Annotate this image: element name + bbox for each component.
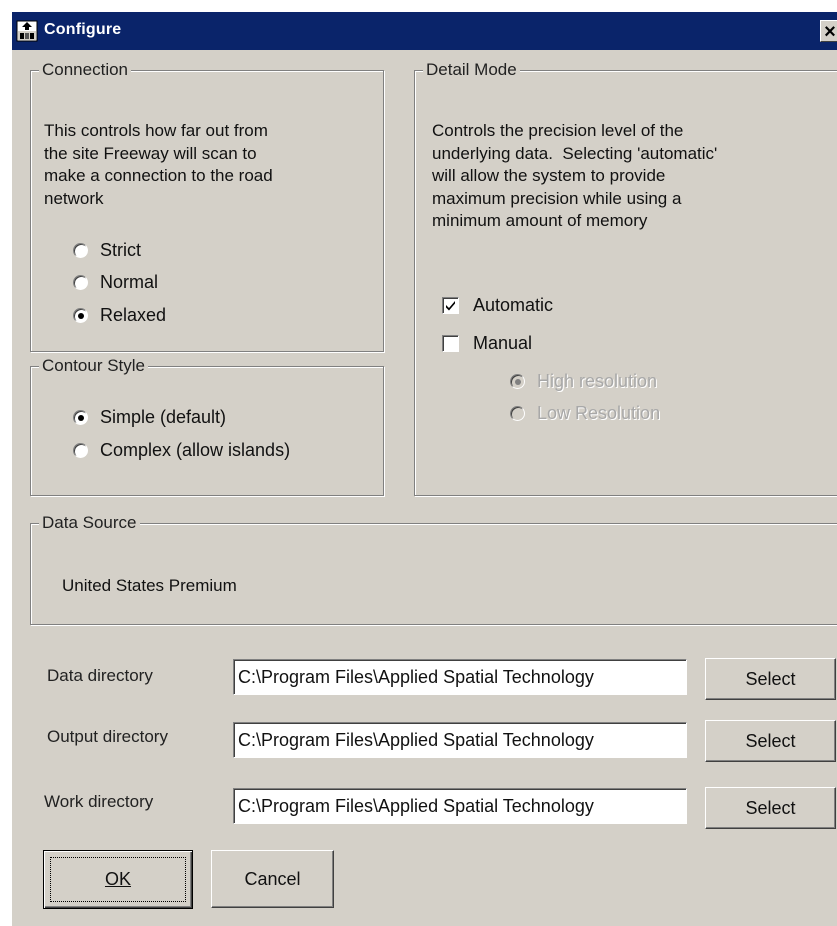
radio-label: Complex (allow islands) xyxy=(100,439,291,460)
connection-group: Connection This controls how far out fro… xyxy=(30,60,384,352)
radio-label: Relaxed xyxy=(100,304,167,325)
connection-legend: Connection xyxy=(39,60,132,80)
detail-mode-legend: Detail Mode xyxy=(423,60,520,80)
output-directory-label: Output directory xyxy=(47,727,168,746)
data-source-legend: Data Source xyxy=(39,513,140,533)
close-button[interactable]: × xyxy=(820,20,837,43)
radio-label: High resolution xyxy=(537,370,658,391)
detail-mode-group: Detail Mode Controls the precision level… xyxy=(414,60,837,496)
low-resolution-radio: Low Resolution xyxy=(510,401,660,425)
window-title: Configure xyxy=(44,21,122,38)
configure-app-icon xyxy=(16,20,38,42)
manual-checkbox[interactable] xyxy=(442,334,459,352)
contour-style-group: Contour Style Simple (default) Complex (… xyxy=(30,356,384,496)
connection-radio-normal[interactable]: Normal xyxy=(73,270,158,294)
detail-mode-description: Controls the precision level of the unde… xyxy=(432,120,717,233)
automatic-label: Automatic xyxy=(473,294,554,315)
detail-description-line: will allow the system to provide xyxy=(432,166,666,185)
radio-button[interactable] xyxy=(73,307,88,323)
data-directory-select-button[interactable]: Select xyxy=(705,658,836,700)
work-directory-select-button[interactable]: Select xyxy=(705,787,836,829)
output-directory-field[interactable]: C:\Program Files\Applied Spatial Technol… xyxy=(233,722,687,758)
select-button-label: Select xyxy=(745,730,796,751)
work-directory-field[interactable]: C:\Program Files\Applied Spatial Technol… xyxy=(233,788,687,824)
data-directory-label: Data directory xyxy=(47,666,153,685)
select-button-label: Select xyxy=(745,668,796,689)
detail-description-line: minimum amount of memory xyxy=(432,211,648,230)
checkmark-icon xyxy=(446,300,455,310)
configure-dialog: Configure × Connection This controls how… xyxy=(11,11,837,926)
radio-label: Low Resolution xyxy=(537,402,661,423)
connection-description: This controls how far out from the site … xyxy=(44,120,273,210)
detail-description-line: underlying data. Selecting 'automatic' xyxy=(432,143,718,163)
output-directory-select-button[interactable]: Select xyxy=(705,720,836,762)
data-source-value: United States Premium xyxy=(62,576,237,595)
title-bar[interactable]: Configure × xyxy=(12,12,837,50)
radio-button xyxy=(510,405,525,421)
manual-label: Manual xyxy=(473,332,533,353)
connection-radio-relaxed[interactable]: Relaxed xyxy=(73,303,166,327)
detail-description-line: maximum precision while using a xyxy=(432,188,682,208)
contour-radio-simple[interactable]: Simple (default) xyxy=(73,405,226,429)
cancel-button-label: Cancel xyxy=(244,868,301,889)
automatic-checkbox[interactable] xyxy=(442,296,459,314)
data-directory-field[interactable]: C:\Program Files\Applied Spatial Technol… xyxy=(233,659,687,695)
radio-label: Strict xyxy=(100,239,142,260)
connection-radio-strict[interactable]: Strict xyxy=(73,238,141,262)
ok-button[interactable]: OK xyxy=(43,850,193,909)
radio-button xyxy=(510,373,525,389)
work-directory-label: Work directory xyxy=(44,792,154,811)
select-button-label: Select xyxy=(745,797,796,818)
cancel-button[interactable]: Cancel xyxy=(211,850,334,908)
detail-description-line: Controls the precision level of the xyxy=(432,121,684,140)
radio-label: Simple (default) xyxy=(100,406,227,427)
data-source-group: Data Source United States Premium xyxy=(30,513,837,625)
connection-description-line: network xyxy=(44,188,104,208)
manual-checkbox-row[interactable]: Manual xyxy=(442,331,532,355)
automatic-checkbox-row[interactable]: Automatic xyxy=(442,293,553,317)
radio-button[interactable] xyxy=(73,274,88,290)
high-resolution-radio: High resolution xyxy=(510,369,657,393)
connection-description-line: make a connection to the road xyxy=(44,166,273,185)
contour-radio-complex[interactable]: Complex (allow islands) xyxy=(73,438,290,462)
connection-description-line: the site Freeway will scan to xyxy=(44,143,257,163)
radio-button[interactable] xyxy=(73,242,88,258)
close-icon: × xyxy=(824,21,836,43)
connection-description-line: This controls how far out from xyxy=(44,121,268,140)
contour-style-legend: Contour Style xyxy=(39,356,148,376)
radio-button[interactable] xyxy=(73,442,88,458)
ok-button-label: OK xyxy=(104,869,131,889)
radio-label: Normal xyxy=(100,271,159,292)
radio-button[interactable] xyxy=(73,409,88,425)
